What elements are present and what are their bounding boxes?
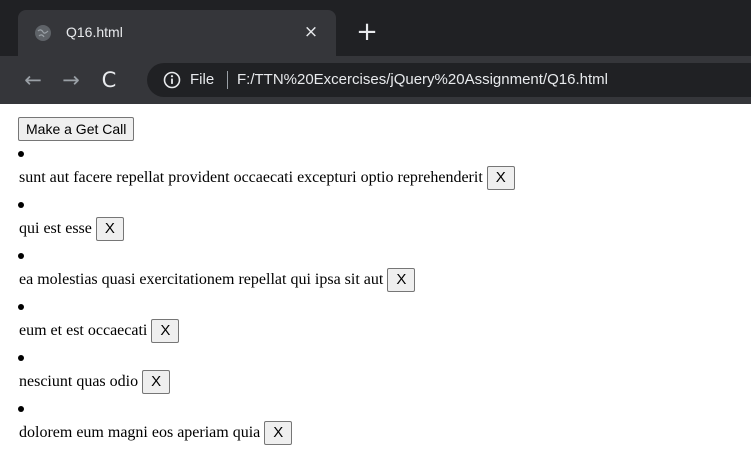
post-title: qui est esse [19,220,92,237]
tab-title: Q16.html [66,24,123,40]
browser-toolbar: ← → C File F:/TTN%20Excercises/jQuery%20… [0,56,751,104]
delete-post-button[interactable]: X [151,319,180,343]
new-tab-button[interactable]: + [353,18,381,46]
post-line: qui est esse X [19,216,124,242]
bullet-icon [18,151,24,157]
delete-post-button[interactable]: X [486,166,515,190]
url-text[interactable]: F:/TTN%20Excercises/jQuery%20Assignment/… [237,70,608,90]
post-title: nesciunt quas odio [19,373,139,390]
delete-post-button[interactable]: X [142,370,171,394]
post-title: dolorem eum magni eos aperiam quia [19,424,261,441]
post-title: sunt aut facere repellat provident occae… [19,169,483,186]
post-line: nesciunt quas odio X [19,369,171,395]
post-list: sunt aut facere repellat provident occae… [0,148,751,450]
list-item: nesciunt quas odio X [0,352,751,403]
tab-strip: Q16.html × + [0,0,751,56]
reload-button[interactable]: C [97,68,121,92]
browser-chrome: Q16.html × + ← → C File F:/TTN%20Excerci… [0,0,751,104]
info-icon[interactable] [163,71,181,89]
bullet-icon [18,202,24,208]
address-divider [227,71,228,89]
list-item: ea molestias quasi exercitationem repell… [0,250,751,301]
list-item: dolorem eum magni eos aperiam quia X [0,403,751,450]
post-line: sunt aut facere repellat provident occae… [19,165,515,191]
post-title: eum et est occaecati [19,322,148,339]
site-label: File [190,71,215,88]
delete-post-button[interactable]: X [387,268,416,292]
post-title: ea molestias quasi exercitationem repell… [19,271,384,288]
post-line: ea molestias quasi exercitationem repell… [19,267,416,293]
bullet-icon [18,355,24,361]
globe-icon [35,25,51,41]
page-content: Make a Get Call sunt aut facere repellat… [0,104,751,450]
list-item: qui est esse X [0,199,751,250]
back-button[interactable]: ← [21,68,45,92]
bullet-icon [18,406,24,412]
forward-button[interactable]: → [59,68,83,92]
close-icon[interactable]: × [300,21,322,43]
make-get-call-button[interactable]: Make a Get Call [18,117,135,141]
list-item: sunt aut facere repellat provident occae… [0,148,751,199]
delete-post-button[interactable]: X [95,217,124,241]
delete-post-button[interactable]: X [264,421,293,445]
bullet-icon [18,304,24,310]
post-line: dolorem eum magni eos aperiam quia X [19,420,293,446]
list-item: eum et est occaecati X [0,301,751,352]
bullet-icon [18,253,24,259]
post-line: eum et est occaecati X [19,318,180,344]
address-bar[interactable]: File F:/TTN%20Excercises/jQuery%20Assign… [147,63,751,97]
tab-q16[interactable]: Q16.html × [18,10,336,56]
